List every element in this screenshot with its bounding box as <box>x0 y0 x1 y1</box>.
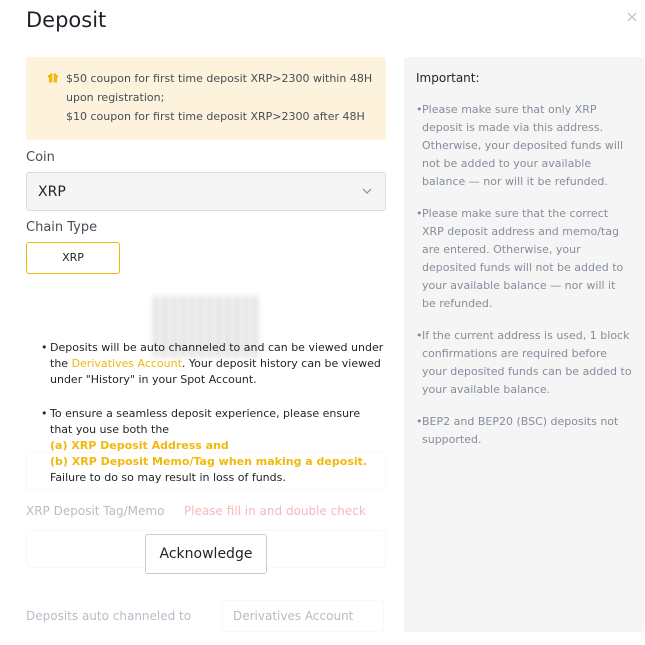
note-text: If the current address is used, 1 block … <box>422 329 632 396</box>
deposit-notice: • Deposits will be auto channeled to and… <box>40 340 385 486</box>
chain-option-xrp[interactable]: XRP <box>26 242 120 274</box>
chevron-down-icon <box>362 188 372 194</box>
channel-label: Deposits auto channeled to <box>26 609 192 623</box>
coupon-line: $50 coupon for first time deposit XRP>23… <box>66 72 373 85</box>
note-text: BEP2 and BEP20 (BSC) deposits not suppor… <box>422 415 619 446</box>
important-note: • Please make sure that only XRP deposit … <box>416 103 624 188</box>
notice-text: Failure to do so may result in loss of f… <box>50 471 286 484</box>
coupon-banner: $50 coupon for first time deposit XRP>23… <box>26 57 386 140</box>
tag-label: XRP Deposit Tag/Memo <box>26 504 165 518</box>
channel-value: Derivatives Account <box>233 609 354 623</box>
close-icon[interactable] <box>625 10 639 26</box>
dialog-title: Deposit <box>26 8 107 32</box>
coin-label: Coin <box>26 150 55 165</box>
gift-icon <box>48 73 58 83</box>
notice-text: To ensure a seamless deposit experience,… <box>50 407 361 436</box>
notice-item: • Deposits will be auto channeled to and… <box>41 341 384 386</box>
note-text: Please make sure that only XRP deposit i… <box>422 103 624 188</box>
coin-value: XRP <box>38 184 66 200</box>
coupon-line: upon registration; <box>66 91 165 104</box>
important-title: Important: <box>416 71 480 85</box>
important-note: • Please make sure that the correct XRP d… <box>416 207 624 310</box>
important-note: • BEP2 and BEP20 (BSC) deposits not suppo… <box>416 415 619 446</box>
derivatives-account-link[interactable]: Derivatives Account <box>72 357 182 370</box>
coin-select[interactable]: XRP <box>26 172 386 211</box>
acknowledge-button[interactable]: Acknowledge <box>145 534 267 574</box>
important-panel: Important: • Please make sure that only X… <box>404 57 644 632</box>
note-text: Please make sure that the correct XRP de… <box>422 207 624 310</box>
deposit-form: $50 coupon for first time deposit XRP>23… <box>26 57 386 274</box>
coupon-line: $10 coupon for first time deposit XRP>23… <box>66 110 365 123</box>
notice-highlight: (b) XRP Deposit Memo/Tag when making a d… <box>50 455 368 468</box>
chain-type-label: Chain Type <box>26 220 98 235</box>
notice-highlight: (a) XRP Deposit Address and <box>50 439 229 452</box>
tag-hint: Please fill in and double check <box>184 504 366 518</box>
notice-item: • To ensure a seamless deposit experienc… <box>40 406 385 486</box>
important-note: • If the current address is used, 1 block… <box>416 329 632 396</box>
